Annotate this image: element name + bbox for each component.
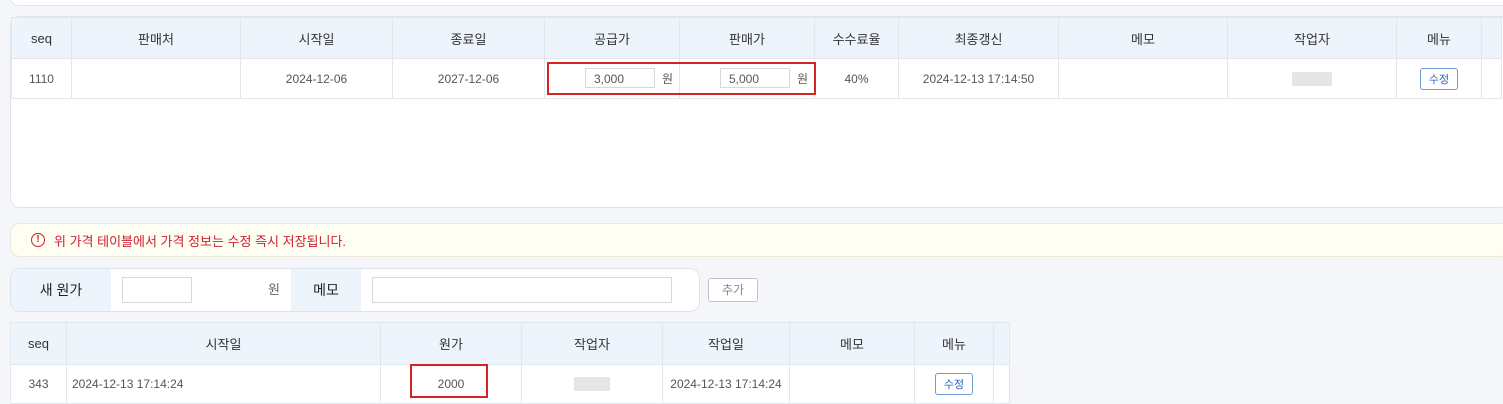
price-table-header: seq 판매처 시작일 종료일 공급가 판매가 수수료율 최종갱신 메모 작업자… (11, 17, 1502, 59)
edit-button[interactable]: 수정 (1419, 67, 1459, 90)
cell-start-date: 2024-12-06 (240, 58, 393, 99)
cell-seq: 343 (10, 364, 67, 404)
cell-start-date: 2024-12-13 17:14:24 (66, 364, 381, 404)
cell-menu: 수정 (914, 364, 994, 404)
redacted-worker (574, 377, 610, 392)
col-fee-rate: 수수료율 (814, 17, 899, 59)
new-cost-input[interactable] (122, 277, 192, 303)
cell-sale-price: 5,000 원 (679, 58, 815, 99)
notice-text: 위 가격 테이블에서 가격 정보는 수정 즉시 저장됩니다. (54, 233, 347, 249)
col-start-date: 시작일 (66, 322, 381, 365)
cell-memo (1058, 58, 1228, 99)
cell-spacer (1481, 58, 1502, 99)
exclamation-circle-icon: ! (31, 233, 45, 247)
cell-seller (71, 58, 241, 99)
new-cost-form: 새 원가 원 메모 (10, 268, 700, 312)
cell-end-date: 2027-12-06 (392, 58, 545, 99)
col-seq: seq (10, 322, 67, 365)
cell-work-date: 2024-12-13 17:14:24 (662, 364, 790, 404)
cell-worker (521, 364, 663, 404)
supply-price-unit: 원 (661, 72, 673, 86)
col-work-date: 작업일 (662, 322, 790, 365)
cell-menu: 수정 (1396, 58, 1482, 99)
col-cost: 원가 (380, 322, 522, 365)
price-table-panel: seq 판매처 시작일 종료일 공급가 판매가 수수료율 최종갱신 메모 작업자… (10, 16, 1503, 208)
cell-fee-rate: 40% (814, 58, 899, 99)
col-last-updated: 최종갱신 (898, 17, 1059, 59)
col-menu: 메뉴 (1396, 17, 1482, 59)
price-table: seq 판매처 시작일 종료일 공급가 판매가 수수료율 최종갱신 메모 작업자… (11, 17, 1502, 99)
col-seller: 판매처 (71, 17, 241, 59)
new-cost-unit: 원 (268, 282, 280, 297)
col-spacer (993, 322, 1010, 365)
cell-seq: 1110 (11, 58, 72, 99)
save-notice: ! 위 가격 테이블에서 가격 정보는 수정 즉시 저장됩니다. (10, 223, 1503, 257)
previous-panel-edge (10, 0, 1503, 6)
new-cost-label: 새 원가 (11, 269, 111, 311)
col-start-date: 시작일 (240, 17, 393, 59)
cell-last-updated: 2024-12-13 17:14:50 (898, 58, 1059, 99)
cell-cost[interactable]: 2000 (380, 364, 522, 404)
table-row: 343 2024-12-13 17:14:24 2000 2024-12-13 … (10, 364, 1010, 404)
cell-supply-price: 3,000 원 (544, 58, 680, 99)
col-end-date: 종료일 (392, 17, 545, 59)
edit-button[interactable]: 수정 (934, 373, 974, 395)
col-spacer (1481, 17, 1502, 59)
col-menu: 메뉴 (914, 322, 994, 365)
table-row: 1110 2024-12-06 2027-12-06 3,000 원 5,000… (11, 58, 1502, 99)
cost-table: seq 시작일 원가 작업자 작업일 메모 메뉴 343 2024-12-13 … (10, 322, 1010, 404)
cost-table-header: seq 시작일 원가 작업자 작업일 메모 메뉴 (10, 322, 1010, 365)
col-supply-price: 공급가 (544, 17, 680, 59)
col-seq: seq (11, 17, 72, 59)
col-memo: 메모 (789, 322, 915, 365)
cell-spacer (993, 364, 1010, 404)
memo-label: 메모 (291, 269, 361, 311)
sale-price-input[interactable]: 5,000 (720, 68, 790, 88)
supply-price-input[interactable]: 3,000 (585, 68, 655, 88)
add-button[interactable]: 추가 (708, 278, 758, 302)
sale-price-unit: 원 (796, 72, 808, 86)
col-worker: 작업자 (521, 322, 663, 365)
memo-input[interactable] (372, 277, 672, 303)
cell-worker (1227, 58, 1397, 99)
col-worker: 작업자 (1227, 17, 1397, 59)
redacted-worker (1292, 71, 1332, 86)
col-memo: 메모 (1058, 17, 1228, 59)
cell-memo (789, 364, 915, 404)
col-sale-price: 판매가 (679, 17, 815, 59)
